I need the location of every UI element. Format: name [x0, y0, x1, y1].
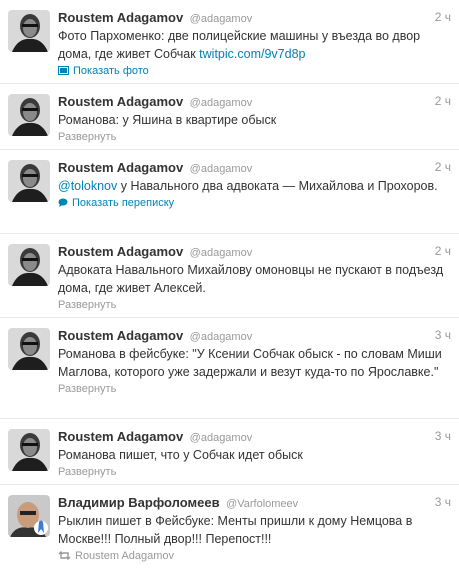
tweet-item[interactable]: Roustem Adagamov @adagamov 2 ч @toloknov…: [0, 150, 459, 234]
author-handle[interactable]: @adagamov: [190, 247, 253, 259]
mention-link[interactable]: @toloknov: [58, 179, 117, 193]
tweet-item[interactable]: Roustem Adagamov @adagamov 2 ч Фото Парх…: [0, 0, 459, 84]
author-handle[interactable]: @adagamov: [190, 432, 253, 444]
tweet-link[interactable]: twitpic.com/9v7d8p: [199, 47, 305, 61]
tweet-text: Романова пишет, что у Собчак идет обыск: [58, 448, 303, 462]
author-name[interactable]: Roustem Adagamov: [58, 160, 183, 175]
timestamp[interactable]: 3 ч: [435, 428, 451, 445]
expand-link[interactable]: Развернуть: [58, 381, 449, 399]
avatar[interactable]: [8, 495, 50, 537]
tweet-item[interactable]: Roustem Adagamov @adagamov 2 ч Адвоката …: [0, 234, 459, 318]
photo-icon: [58, 66, 69, 75]
retweet-icon: [58, 551, 71, 560]
tweet-item[interactable]: Roustem Adagamov @adagamov 2 ч Романова:…: [0, 84, 459, 150]
avatar[interactable]: [8, 429, 50, 471]
tweet-text-body: у Навального два адвоката — Михайлова и …: [117, 179, 438, 193]
show-conversation-link[interactable]: Показать переписку: [58, 195, 449, 213]
author-handle[interactable]: @adagamov: [190, 331, 253, 343]
tweet-item[interactable]: Roustem Adagamov @adagamov 3 ч Романова …: [0, 318, 459, 419]
author-handle[interactable]: @adagamov: [190, 163, 253, 175]
tweet-text: Адвоката Навального Михайлову омоновцы н…: [58, 263, 444, 295]
timestamp[interactable]: 2 ч: [435, 243, 451, 260]
author-name[interactable]: Roustem Adagamov: [58, 429, 183, 444]
tweet-text: Романова в фейсбуке: "У Ксении Собчак об…: [58, 347, 442, 379]
avatar[interactable]: [8, 328, 50, 370]
avatar[interactable]: [8, 10, 50, 52]
tweet-text: Рыклин пишет в Фейсбуке: Менты пришли к …: [58, 514, 413, 546]
author-name[interactable]: Roustem Adagamov: [58, 328, 183, 343]
author-name[interactable]: Владимир Варфоломеев: [58, 495, 220, 510]
author-handle[interactable]: @adagamov: [190, 13, 253, 25]
expand-link[interactable]: Развернуть: [58, 464, 449, 482]
avatar[interactable]: [8, 244, 50, 286]
expand-link[interactable]: Развернуть: [58, 129, 449, 147]
tweet-text: Романова: у Яшина в квартире обыск: [58, 113, 277, 127]
tweet-item[interactable]: Владимир Варфоломеев @Varfolomeev 3 ч Ры…: [0, 485, 459, 569]
retweeted-by[interactable]: Roustem Adagamov: [58, 548, 449, 566]
expand-link[interactable]: Развернуть: [58, 297, 449, 315]
timestamp[interactable]: 2 ч: [435, 93, 451, 110]
author-name[interactable]: Roustem Adagamov: [58, 94, 183, 109]
retweeter-name: Roustem Adagamov: [75, 550, 175, 562]
timestamp[interactable]: 2 ч: [435, 9, 451, 26]
show-photo-link[interactable]: Показать фото: [58, 63, 449, 81]
author-name[interactable]: Roustem Adagamov: [58, 10, 183, 25]
author-name[interactable]: Roustem Adagamov: [58, 244, 183, 259]
author-handle[interactable]: @adagamov: [190, 97, 253, 109]
tweet-text: @toloknov у Навального два адвоката — Ми…: [58, 177, 449, 195]
timestamp[interactable]: 3 ч: [435, 327, 451, 344]
timestamp[interactable]: 3 ч: [435, 494, 451, 511]
conversation-icon: [58, 198, 68, 207]
timestamp[interactable]: 2 ч: [435, 159, 451, 176]
tweet-text: Фото Пархоменко: две полицейские машины …: [58, 27, 449, 63]
author-handle[interactable]: @Varfolomeev: [226, 498, 298, 510]
avatar[interactable]: [8, 160, 50, 202]
show-conversation-label: Показать переписку: [72, 197, 175, 209]
avatar[interactable]: [8, 94, 50, 136]
show-photo-label: Показать фото: [73, 65, 149, 77]
tweet-item[interactable]: Roustem Adagamov @adagamov 3 ч Романова …: [0, 419, 459, 485]
tweet-feed: Roustem Adagamov @adagamov 2 ч Фото Парх…: [0, 0, 459, 569]
